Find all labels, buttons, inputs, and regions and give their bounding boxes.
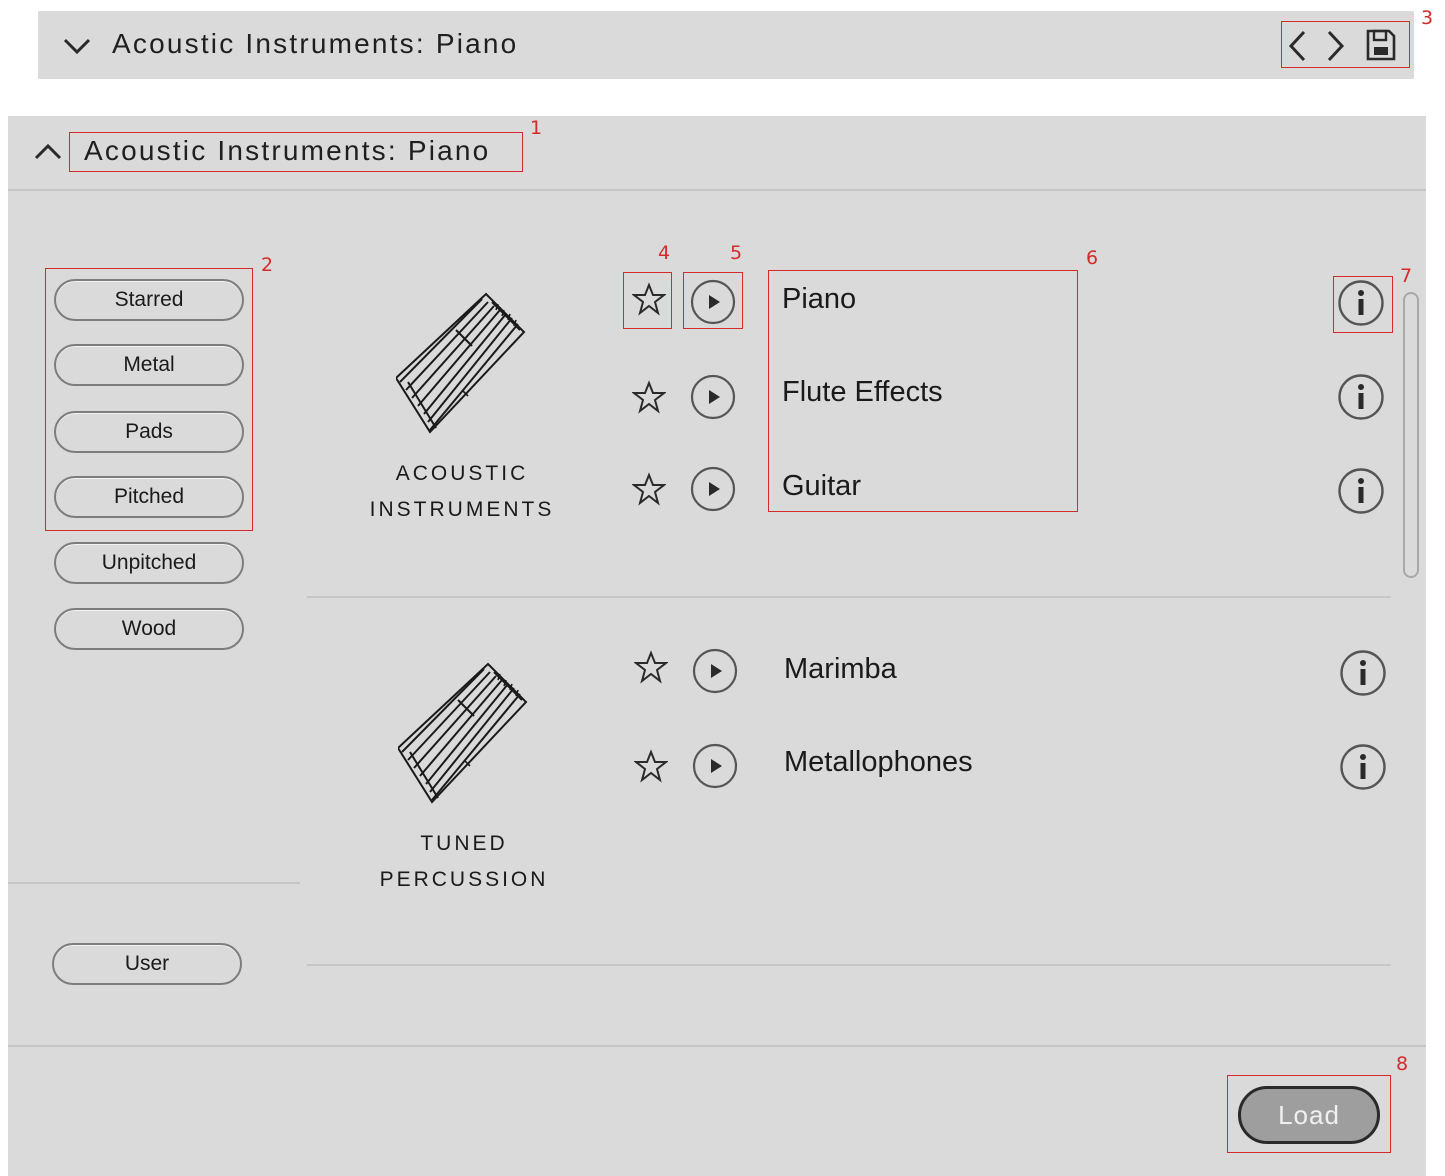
load-button[interactable]: Load	[1238, 1086, 1380, 1144]
chevron-right-icon[interactable]	[1323, 29, 1347, 63]
play-icon[interactable]	[689, 373, 737, 421]
info-icon[interactable]	[1337, 373, 1385, 421]
chevron-left-icon[interactable]	[1286, 29, 1310, 63]
tag-user[interactable]: User	[52, 943, 242, 985]
play-icon[interactable]	[689, 465, 737, 513]
divider	[307, 964, 1391, 966]
divider	[8, 189, 1426, 191]
category-label: ACOUSTIC INSTRUMENTS	[332, 456, 592, 528]
info-icon[interactable]	[1339, 649, 1387, 697]
chevron-down-icon[interactable]	[60, 29, 94, 63]
tag-unpitched[interactable]: Unpitched	[54, 542, 244, 584]
star-icon[interactable]	[634, 749, 668, 783]
tag-wood[interactable]: Wood	[54, 608, 244, 650]
category-label-line: PERCUSSION	[379, 868, 549, 891]
info-icon[interactable]	[1337, 279, 1385, 327]
header-title: Acoustic Instruments: Piano	[112, 28, 519, 59]
info-icon[interactable]	[1339, 743, 1387, 791]
callout-number: 2	[261, 254, 274, 276]
callout-number: 1	[530, 117, 543, 139]
divider	[8, 1045, 1426, 1047]
play-icon[interactable]	[691, 742, 739, 790]
tag-metal[interactable]: Metal	[54, 344, 244, 386]
category-label: TUNED PERCUSSION	[334, 826, 594, 898]
play-icon[interactable]	[689, 278, 737, 326]
tag-starred[interactable]: Starred	[54, 279, 244, 321]
star-icon[interactable]	[632, 472, 666, 506]
sound-name[interactable]: Metallophones	[784, 746, 973, 779]
callout-number: 4	[658, 242, 671, 264]
chevron-up-icon[interactable]	[33, 140, 63, 164]
sound-name[interactable]: Marimba	[784, 653, 897, 686]
sound-browser-panel: Acoustic Instruments: Piano Starred Meta…	[8, 116, 1426, 1176]
divider	[8, 882, 300, 884]
star-icon[interactable]	[634, 650, 668, 684]
star-icon[interactable]	[632, 282, 666, 316]
category-label-line: TUNED	[420, 832, 508, 855]
tag-pads[interactable]: Pads	[54, 411, 244, 453]
callout-number: 7	[1400, 265, 1413, 287]
header-bar: Acoustic Instruments: Piano	[38, 11, 1414, 79]
sound-name[interactable]: Guitar	[782, 470, 861, 503]
instrument-zither-icon	[398, 662, 528, 804]
browser-title: Acoustic Instruments: Piano	[84, 135, 491, 166]
callout-number: 3	[1421, 7, 1434, 29]
category-label-line: ACOUSTIC	[395, 462, 529, 485]
callout-number: 5	[730, 242, 743, 264]
save-icon[interactable]	[1364, 27, 1398, 63]
sound-name[interactable]: Piano	[782, 283, 856, 316]
divider	[307, 596, 1391, 598]
callout-number: 6	[1086, 247, 1099, 269]
callout-number: 8	[1396, 1053, 1409, 1075]
category-label-line: INSTRUMENTS	[369, 498, 555, 521]
tag-pitched[interactable]: Pitched	[54, 476, 244, 518]
star-icon[interactable]	[632, 380, 666, 414]
info-icon[interactable]	[1337, 467, 1385, 515]
scrollbar[interactable]	[1403, 292, 1419, 578]
instrument-zither-icon	[396, 292, 526, 434]
sound-name[interactable]: Flute Effects	[782, 376, 943, 409]
play-icon[interactable]	[691, 647, 739, 695]
